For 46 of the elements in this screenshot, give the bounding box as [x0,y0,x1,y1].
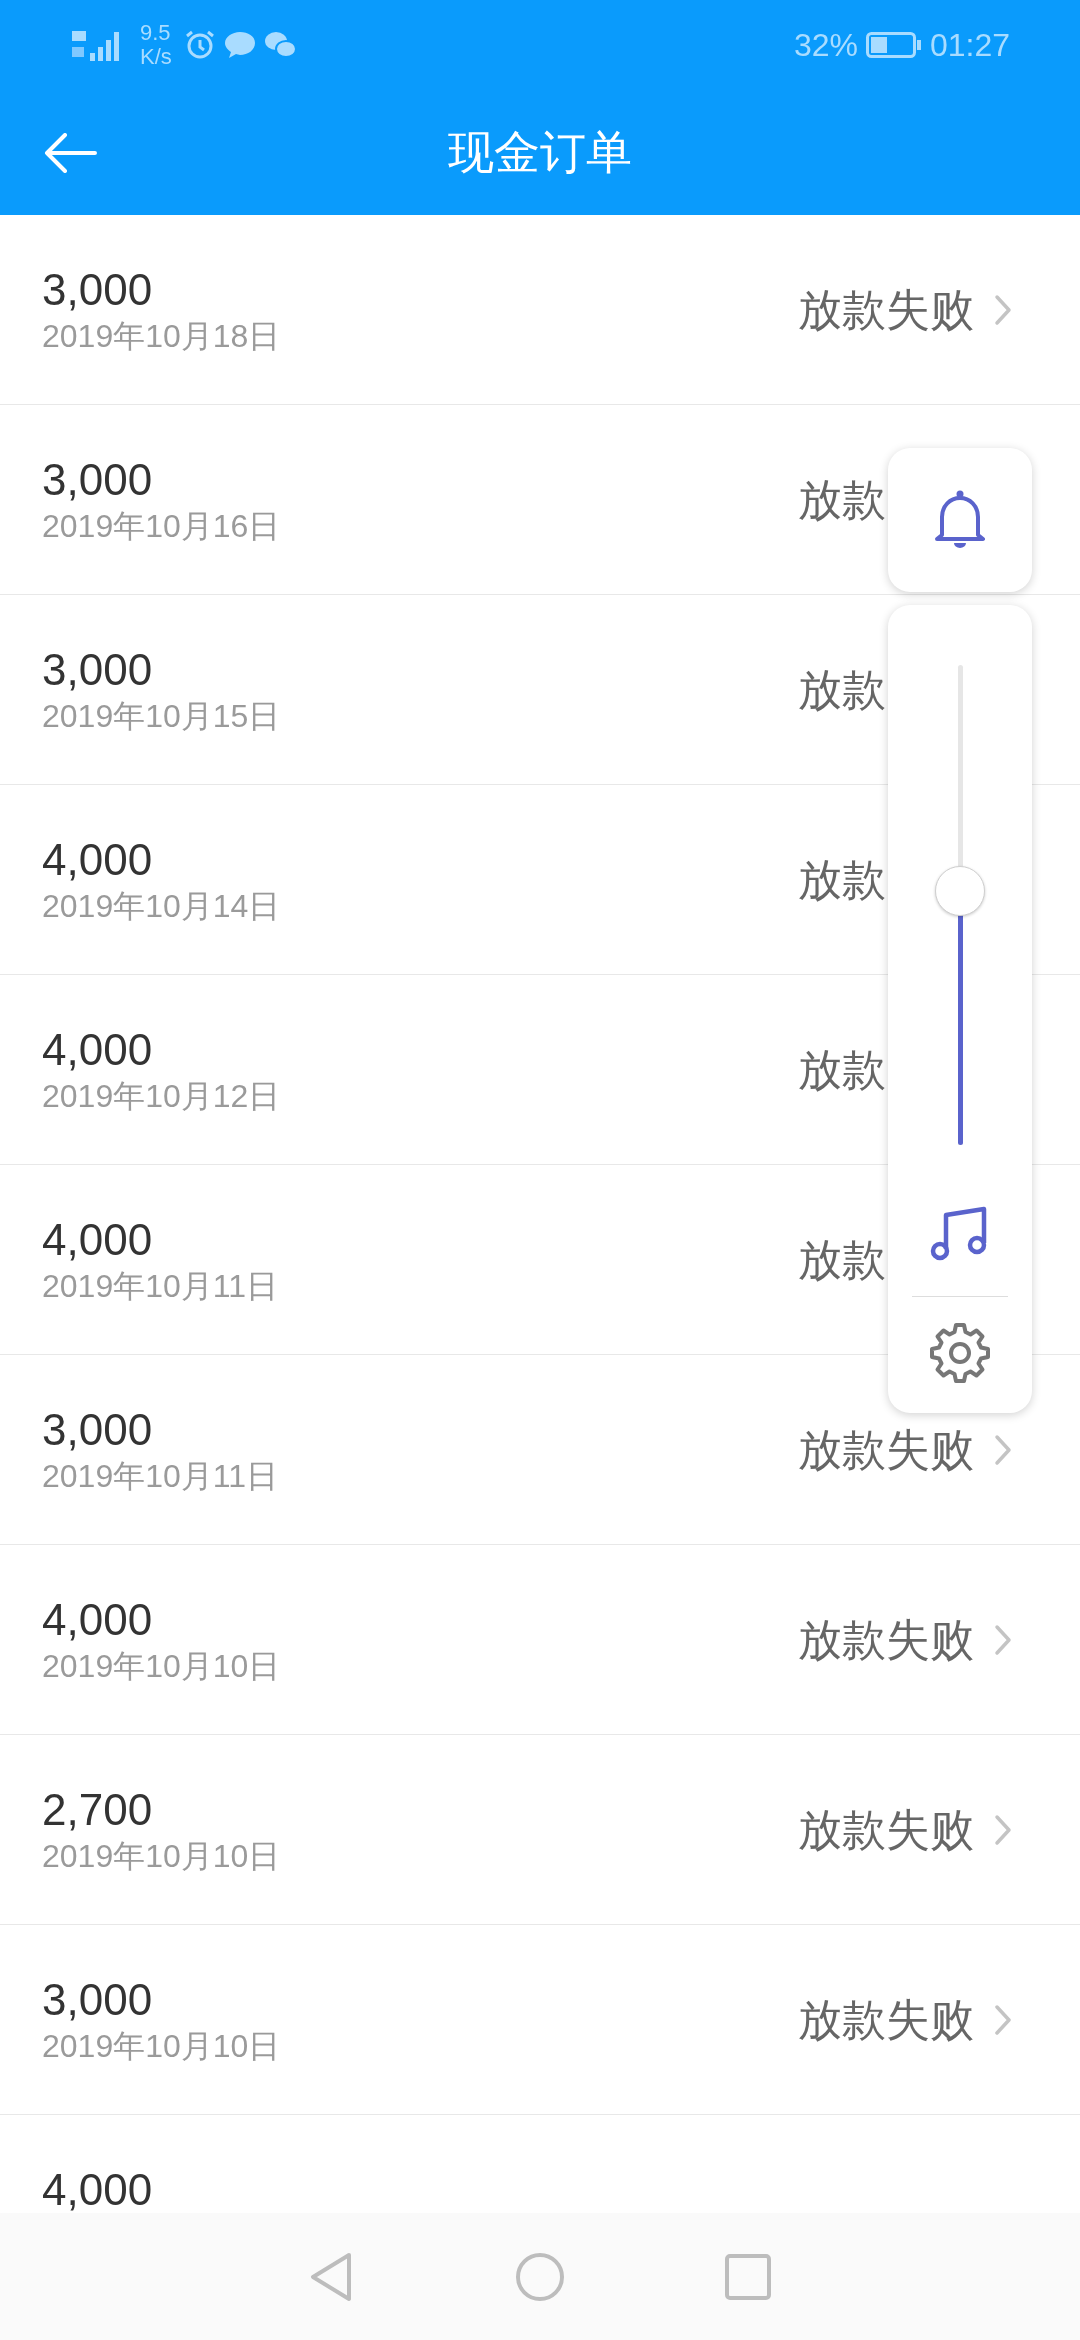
settings-icon[interactable] [929,1322,991,1384]
order-amount: 3,000 [42,1973,154,2026]
page-title: 现金订单 [448,125,632,180]
back-arrow-icon [43,133,97,173]
order-amount: 4,000 [42,1023,154,1076]
order-status: 放款失败 [798,283,974,336]
order-amount: 4,000 [42,833,154,886]
order-status: 放款失败 [798,1613,974,1666]
battery-icon [865,32,922,58]
speed-value: 9.5 [140,21,172,45]
bell-icon [932,489,988,551]
battery-percent: 32% [793,26,858,65]
order-status: 放款 [798,1233,886,1286]
order-date: 2019年10月15日 [42,696,282,736]
order-amount: 4,000 [42,1213,154,1266]
order-date: 2019年10月10日 [42,1646,282,1686]
order-status: 放款 [798,663,886,716]
order-date: 2019年10月11日 [42,1456,279,1496]
order-date: 2019年10月18日 [42,316,282,356]
order-amount: 3,000 [42,453,154,506]
order-date: 2019年10月10日 [42,1836,282,1876]
order-status: 放款 [798,853,886,906]
order-date: 2019年10月16日 [42,506,282,546]
order-date: 2019年10月12日 [42,1076,282,1116]
notification-volume-button[interactable] [888,448,1032,592]
recents-nav-icon[interactable] [725,2253,771,2300]
alarm-clock-icon [183,29,216,61]
volume-slider-thumb[interactable] [935,865,985,916]
speed-unit: K/s [140,45,172,69]
home-nav-icon[interactable] [515,2251,565,2302]
order-status: 放款失败 [798,1803,974,1856]
order-amount: 3,000 [42,643,154,696]
message-bubble-icon [223,30,256,60]
order-status: 放款 [798,473,886,526]
order-amount: 3,000 [42,263,154,316]
order-date: 2019年10月11日 [42,1266,279,1306]
order-amount: 2,700 [42,1783,154,1836]
order-status: 放款 [798,1043,886,1096]
order-amount: 4,000 [42,1593,154,1646]
order-amount: 3,000 [42,1403,154,1456]
order-amount: 4,000 [42,2163,154,2213]
clock-time: 01:27 [929,26,1010,65]
order-status: 放款失败 [798,1993,974,2046]
order-status: 放款失败 [798,1423,974,1476]
order-date: 2019年10月14日 [42,886,282,926]
order-date: 2019年10月10日 [42,2026,282,2066]
